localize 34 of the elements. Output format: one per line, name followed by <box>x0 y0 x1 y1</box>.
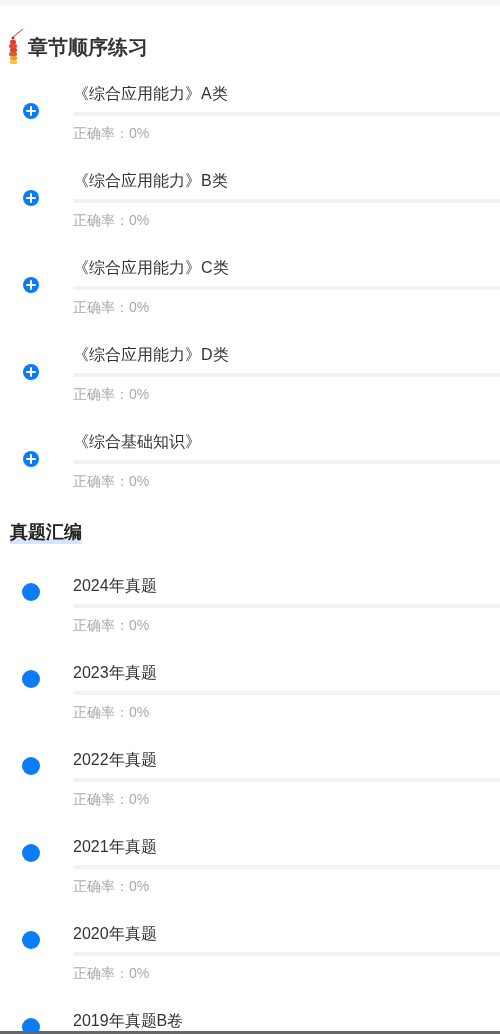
accuracy-text: 正确率：0% <box>73 298 151 317</box>
accuracy-text: 正确率：0% <box>73 616 151 635</box>
dot-icon <box>21 931 40 949</box>
item-title[interactable]: 《综合应用能力》C类 <box>73 256 500 280</box>
item-title[interactable]: 2021年真题 <box>73 835 500 859</box>
add-icon[interactable] <box>22 190 39 206</box>
item-title[interactable]: 《综合基础知识》 <box>73 430 500 454</box>
item-title[interactable]: 《综合应用能力》A类 <box>73 82 500 106</box>
dot-icon <box>21 844 40 862</box>
add-icon[interactable] <box>22 364 39 380</box>
accuracy-text: 正确率：0% <box>73 472 151 491</box>
item-title[interactable]: 《综合应用能力》D类 <box>73 343 500 367</box>
dot-icon <box>21 757 40 775</box>
item-title[interactable]: 2024年真题 <box>73 574 500 598</box>
accuracy-text: 正确率：0% <box>73 790 151 809</box>
section-title: 章节顺序练习 <box>28 35 148 60</box>
dot-icon <box>21 670 40 688</box>
dot-icon <box>21 583 40 601</box>
add-icon[interactable] <box>22 451 39 467</box>
item-title[interactable]: 2020年真题 <box>73 922 500 946</box>
add-icon[interactable] <box>22 103 39 119</box>
firecracker-icon <box>8 27 24 67</box>
accuracy-text: 正确率：0% <box>73 211 151 230</box>
accuracy-text: 正确率：0% <box>73 964 151 983</box>
item-title[interactable]: 2023年真题 <box>73 661 500 685</box>
add-icon[interactable] <box>22 277 39 293</box>
item-title[interactable]: 2019年真题B卷 <box>73 1009 500 1033</box>
section-title: 真题汇编 <box>10 520 82 544</box>
accuracy-text: 正确率：0% <box>73 877 151 896</box>
item-title[interactable]: 《综合应用能力》B类 <box>73 169 500 193</box>
accuracy-text: 正确率：0% <box>73 385 151 404</box>
accuracy-text: 正确率：0% <box>73 124 151 143</box>
item-title[interactable]: 2022年真题 <box>73 748 500 772</box>
accuracy-text: 正确率：0% <box>73 703 151 722</box>
